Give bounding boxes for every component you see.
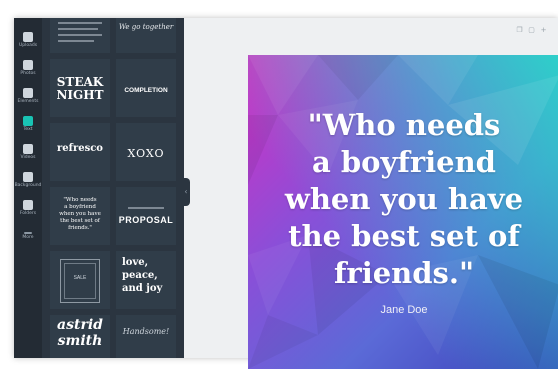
- template-text: COMPLETION: [124, 87, 168, 94]
- sidebar-item-label: Folders: [19, 211, 37, 216]
- template-text: a boyfriend: [64, 204, 96, 210]
- template-tile-love-peace-joy[interactable]: love, peace, and joy: [116, 251, 176, 309]
- sidebar-item-label: Photos: [20, 71, 36, 76]
- sidebar-item-elements[interactable]: Elements: [14, 84, 42, 114]
- template-text: Handsome!: [122, 327, 170, 336]
- sidebar-item-uploads[interactable]: Uploads: [14, 28, 42, 58]
- elements-icon: [23, 88, 33, 98]
- template-text: NIGHT: [56, 88, 104, 102]
- template-text: when you have: [59, 211, 101, 217]
- template-text: refresco: [57, 143, 103, 154]
- sidebar-item-background[interactable]: Background: [14, 168, 42, 198]
- template-text: the best set of: [60, 218, 100, 224]
- template-tile-sale[interactable]: SALE: [50, 251, 110, 309]
- template-text: astrid: [57, 317, 103, 333]
- sidebar-item-label: Text: [23, 127, 33, 132]
- sidebar-item-more[interactable]: More: [14, 224, 42, 254]
- quote-line: when you have: [284, 182, 524, 216]
- sidebar-item-photos[interactable]: Photos: [14, 56, 42, 86]
- template-tile-proposal[interactable]: PROPOSAL: [116, 187, 176, 245]
- copy-icon[interactable]: ❐: [516, 27, 523, 34]
- videos-icon: [23, 144, 33, 154]
- template-tile-we-go-together[interactable]: We go together: [116, 18, 176, 53]
- sidebar-rail: Uploads Photos Elements Text Videos Back…: [14, 18, 42, 358]
- template-tile-steak-night[interactable]: STEAK NIGHT: [50, 59, 110, 117]
- add-icon[interactable]: +: [540, 27, 547, 34]
- folders-icon: [23, 200, 33, 210]
- sidebar-item-folders[interactable]: Folders: [14, 196, 42, 226]
- template-text: STEAK: [56, 75, 104, 89]
- sidebar-item-videos[interactable]: Videos: [14, 140, 42, 170]
- template-tile-xoxo[interactable]: XOXO: [116, 123, 176, 181]
- trash-icon[interactable]: ▢: [528, 27, 535, 34]
- sidebar-item-label: Background: [14, 183, 42, 188]
- template-text: PROPOSAL: [118, 215, 174, 225]
- sidebar-item-label: Elements: [17, 99, 39, 104]
- template-tile-completion[interactable]: COMPLETION: [116, 59, 176, 117]
- template-text: XOXO: [127, 147, 165, 160]
- template-tile-handsome[interactable]: Handsome!: [116, 315, 176, 358]
- quote-text: "Who needs a boyfriend when you have the…: [248, 107, 558, 292]
- quote-author: Jane Doe: [380, 304, 428, 316]
- template-tile-quote[interactable]: "Who needs a boyfriend when you have the…: [50, 187, 110, 245]
- quote-line: the best set of: [288, 219, 520, 253]
- template-text: SALE: [73, 275, 87, 281]
- sidebar-item-text[interactable]: Text: [14, 112, 42, 142]
- template-text: and joy: [122, 283, 163, 294]
- chevron-left-icon: ‹: [184, 187, 188, 196]
- template-tile-refresco[interactable]: refresco: [50, 123, 110, 181]
- sidebar-item-label: Uploads: [18, 43, 38, 48]
- sidebar-item-label: More: [22, 235, 34, 240]
- template-text: friends.": [68, 225, 92, 231]
- template-tile-menu[interactable]: [50, 18, 110, 53]
- background-icon: [23, 172, 33, 182]
- template-text: peace,: [122, 270, 158, 281]
- editor-window: Uploads Photos Elements Text Videos Back…: [14, 18, 558, 369]
- quote-line: a boyfriend: [312, 145, 496, 179]
- upload-icon: [23, 32, 33, 42]
- photos-icon: [23, 60, 33, 70]
- sidebar-item-label: Videos: [20, 155, 36, 160]
- quote-line: "Who needs: [307, 108, 501, 142]
- collapse-panel-handle[interactable]: ‹: [182, 178, 190, 206]
- design-canvas[interactable]: "Who needs a boyfriend when you have the…: [248, 55, 558, 369]
- template-text: We go together: [118, 23, 174, 31]
- template-text: love,: [122, 257, 149, 268]
- template-tile-astrid-smith[interactable]: astrid smith: [50, 315, 110, 358]
- template-text: "Who needs: [63, 197, 97, 203]
- text-icon: [23, 116, 33, 126]
- template-text: smith: [57, 333, 103, 349]
- template-panel: We go together STEAK NIGHT COMPLETION re…: [42, 18, 184, 358]
- quote-line: friends.": [333, 256, 475, 290]
